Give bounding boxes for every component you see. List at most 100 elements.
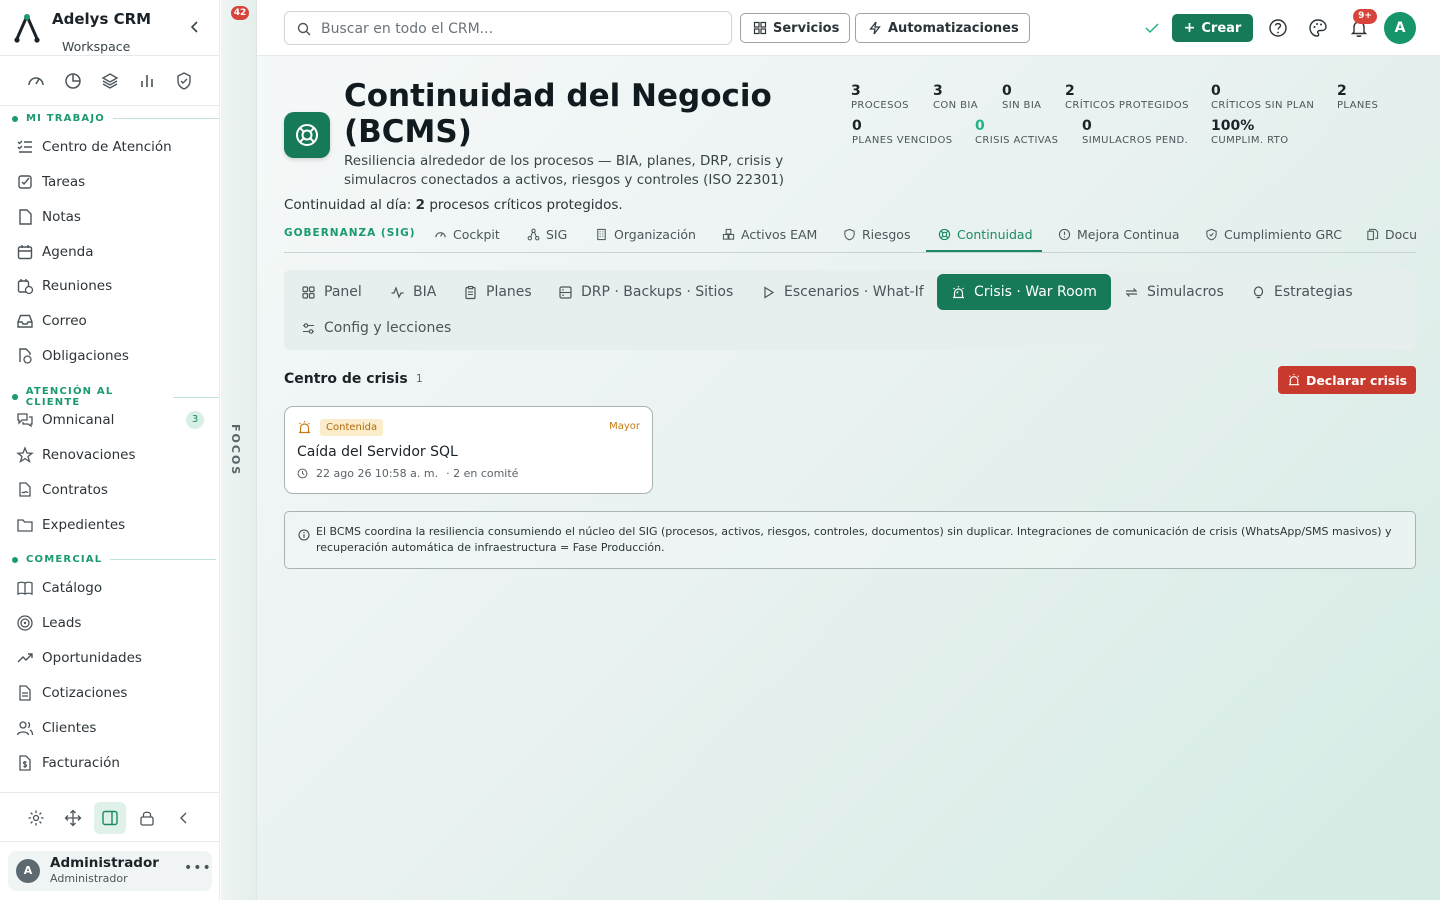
user-name: Administrador <box>50 855 159 871</box>
crisis-committee: · 2 en comité <box>446 467 519 480</box>
sidebar-item-leads[interactable]: Leads <box>0 606 220 640</box>
sidebar-item-label: Obligaciones <box>42 348 129 364</box>
tab-documentos[interactable]: Docu <box>1366 225 1416 243</box>
stat-simulacros-pend[interactable]: 0 SIMULACROS PEND. <box>1082 118 1188 148</box>
stat-crisis-activas[interactable]: 0 CRISIS ACTIVAS <box>975 118 1058 148</box>
stat-criticos-sin-plan[interactable]: 0 CRÍTICOS SIN PLAN <box>1211 83 1314 113</box>
siren-icon <box>953 285 964 298</box>
sidebar-item-renovaciones[interactable]: Renovaciones <box>0 438 220 472</box>
sidebar-item-reuniones[interactable]: Reuniones <box>0 269 220 303</box>
subtab-crisis-war-room[interactable]: Crisis · War Room <box>937 274 1111 310</box>
continuity-summary: Continuidad al día: 2 procesos críticos … <box>284 197 623 213</box>
subtab-estrategias[interactable]: Estrategias <box>1241 274 1363 310</box>
lock-icon[interactable] <box>131 802 163 834</box>
crear-button[interactable]: + Crear <box>1172 14 1253 42</box>
lightbulb-icon <box>1253 285 1264 298</box>
sidebar-item-label: Oportunidades <box>42 650 142 666</box>
tab-sig[interactable]: SIG <box>527 225 567 243</box>
stat-con-bia[interactable]: 3 CON BIA <box>933 83 978 113</box>
clipboard-icon <box>465 285 476 299</box>
bar-chart-icon[interactable] <box>137 71 157 91</box>
stat-procesos[interactable]: 3 PROCESOS <box>851 83 909 113</box>
sidebar-item-correo[interactable]: Correo <box>0 304 220 338</box>
sidebar-item-centro-atencion[interactable]: Centro de Atención <box>0 130 220 164</box>
info-text: El BCMS coordina la resiliencia consumie… <box>316 525 1392 554</box>
subtab-config-lecciones[interactable]: Config y lecciones <box>291 310 461 346</box>
declarar-crisis-button[interactable]: Declarar crisis <box>1278 366 1416 394</box>
user-card[interactable]: A Administrador Administrador ••• <box>8 851 212 891</box>
subtab-simulacros[interactable]: Simulacros <box>1114 274 1234 310</box>
adelys-logo-icon[interactable] <box>14 13 40 47</box>
search-icon <box>297 21 311 40</box>
subtab-bia[interactable]: BIA <box>380 274 446 310</box>
sidebar-item-agenda[interactable]: Agenda <box>0 235 220 269</box>
settings-gear-icon[interactable] <box>20 802 52 834</box>
search-box[interactable] <box>284 11 732 45</box>
tab-activos-eam[interactable]: Activos EAM <box>722 225 817 243</box>
focos-count-badge: 42 <box>231 6 249 20</box>
subtab-panel[interactable]: Panel <box>291 274 372 310</box>
tab-mejora-continua[interactable]: Mejora Continua <box>1058 225 1180 243</box>
stat-sin-bia[interactable]: 0 SIN BIA <box>1002 83 1041 113</box>
subtab-drp[interactable]: DRP · Backups · Sitios <box>548 274 743 310</box>
help-icon[interactable] <box>1267 17 1289 39</box>
sidebar-item-facturacion[interactable]: Facturación <box>0 746 220 780</box>
tab-cockpit[interactable]: Cockpit <box>434 225 500 243</box>
sidebar-item-obligaciones[interactable]: Obligaciones <box>0 339 220 373</box>
sidebar-item-omnicanal[interactable]: Omnicanal 3 <box>0 403 220 437</box>
crear-label: Crear <box>1201 20 1242 36</box>
tab-cumplimiento-grc[interactable]: Cumplimiento GRC <box>1205 225 1342 243</box>
stat-cumplim-rto[interactable]: 100% CUMPLIM. RTO <box>1211 118 1288 148</box>
collapse-sidebar-icon[interactable] <box>186 18 204 36</box>
gauge-icon[interactable] <box>26 71 46 91</box>
info-icon <box>298 526 310 545</box>
sidebar-item-contratos[interactable]: Contratos <box>0 473 220 507</box>
subtab-planes[interactable]: Planes <box>453 274 542 310</box>
target-icon <box>16 614 34 632</box>
document-icon <box>16 684 34 702</box>
servicios-button[interactable]: Servicios <box>740 13 851 43</box>
calendar-icon <box>16 243 34 261</box>
user-avatar-top[interactable]: A <box>1384 12 1416 44</box>
folder-icon <box>16 516 34 534</box>
sidebar-item-notas[interactable]: Notas <box>0 200 220 234</box>
sidebar-item-cotizaciones[interactable]: Cotizaciones <box>0 676 220 710</box>
stat-planes-vencidos[interactable]: 0 PLANES VENCIDOS <box>852 118 953 148</box>
tab-organizacion[interactable]: Organización <box>595 225 696 243</box>
crisis-card[interactable]: Contenida Mayor Caída del Servidor SQL 2… <box>284 406 653 494</box>
tab-riesgos[interactable]: Riesgos <box>843 225 910 243</box>
stat-planes[interactable]: 2 PLANES <box>1337 83 1378 113</box>
star-icon <box>16 446 34 464</box>
sidebar-item-oportunidades[interactable]: Oportunidades <box>0 641 220 675</box>
more-options-icon[interactable]: ••• <box>184 860 212 876</box>
checkbox-icon <box>16 173 34 191</box>
documents-icon <box>1367 228 1379 240</box>
sidebar-item-clientes[interactable]: Clientes <box>0 711 220 745</box>
brand-header: Adelys CRM Workspace <box>0 0 220 56</box>
focos-panel[interactable]: 42 FOCOS <box>221 0 257 900</box>
tab-continuidad[interactable]: Continuidad <box>938 225 1033 243</box>
app-name: Adelys CRM <box>52 10 152 28</box>
list-check-icon <box>16 138 34 156</box>
focos-label: FOCOS <box>229 424 242 477</box>
main-content: Servicios Automatizaciones + Crear 9+ A … <box>257 0 1440 900</box>
sidebar-item-label: Cotizaciones <box>42 685 128 701</box>
stat-criticos-protegidos[interactable]: 2 CRÍTICOS PROTEGIDOS <box>1065 83 1189 113</box>
palette-icon[interactable] <box>1307 17 1329 39</box>
subtab-escenarios[interactable]: Escenarios · What-If <box>751 274 934 310</box>
chat-icon <box>16 411 34 429</box>
pie-chart-icon[interactable] <box>63 71 83 91</box>
sidebar-item-label: Notas <box>42 209 81 225</box>
sidebar-item-tareas[interactable]: Tareas <box>0 165 220 199</box>
sidebar-item-label: Reuniones <box>42 278 113 294</box>
shield-check-icon[interactable] <box>174 71 194 91</box>
sidebar-item-catalogo[interactable]: Catálogo <box>0 571 220 605</box>
chevron-left-icon[interactable] <box>168 802 200 834</box>
automatizaciones-button[interactable]: Automatizaciones <box>855 13 1030 43</box>
sidebar-item-expedientes[interactable]: Expedientes <box>0 508 220 542</box>
panel-layout-icon[interactable] <box>94 802 126 834</box>
layers-icon[interactable] <box>100 71 120 91</box>
crisis-center-title: Centro de crisis <box>284 371 408 387</box>
search-input[interactable] <box>321 18 721 40</box>
move-arrows-icon[interactable] <box>57 802 89 834</box>
